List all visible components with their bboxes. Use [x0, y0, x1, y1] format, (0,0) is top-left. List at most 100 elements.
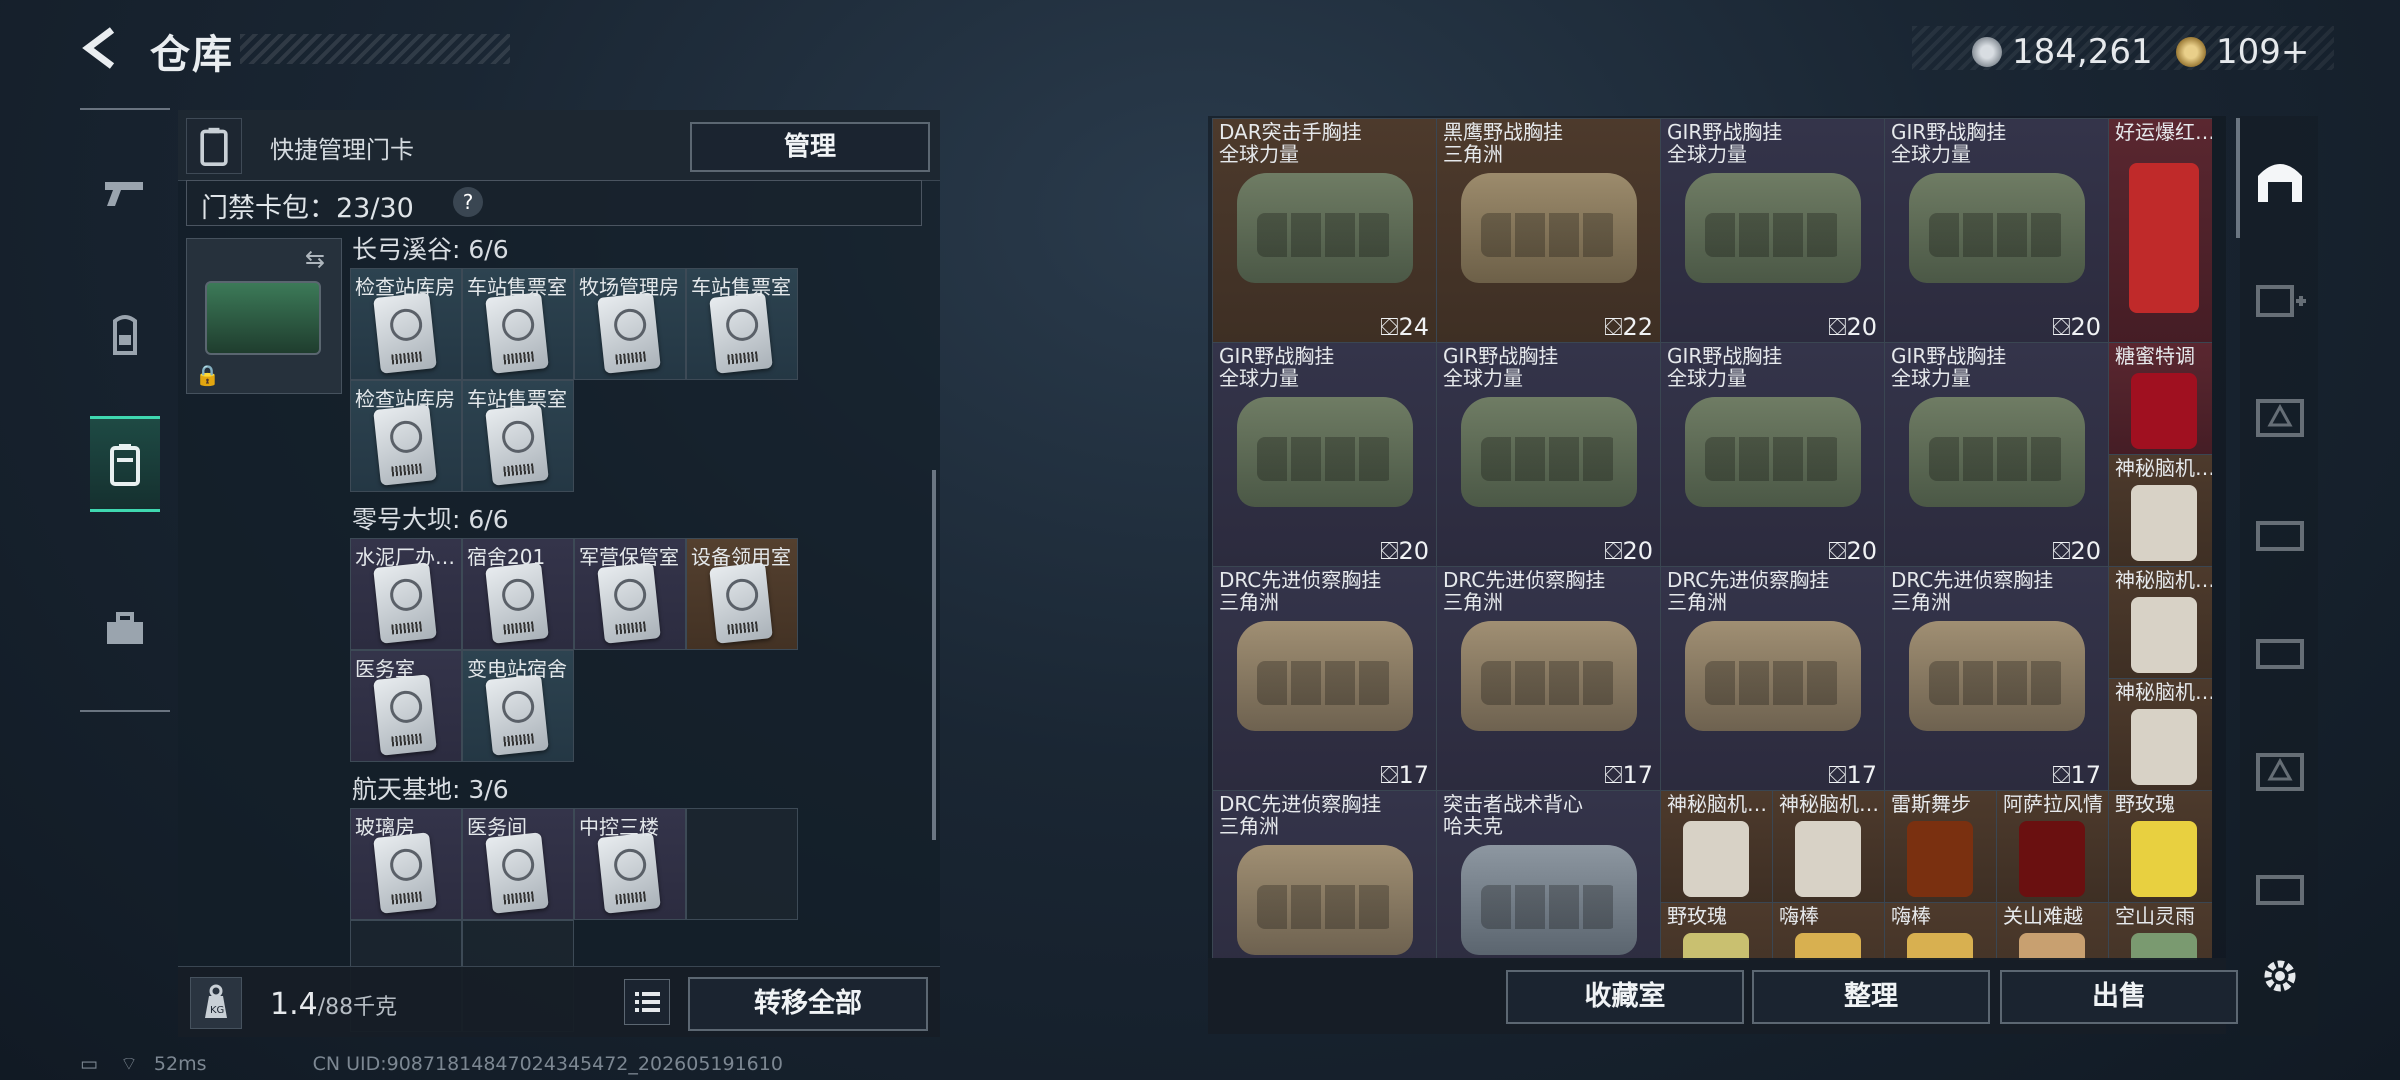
- item-image: [2131, 933, 2197, 960]
- inventory-item-large[interactable]: 黑鹰野战胸挂 三角洲 ⛋22: [1436, 118, 1662, 344]
- swap-icon[interactable]: ⇆: [305, 245, 325, 273]
- inventory-item-large[interactable]: GIR野战胸挂 全球力量 ⛋20: [1436, 342, 1662, 568]
- keycard-image: [373, 832, 437, 914]
- keycard-slot[interactable]: 设备领用室: [686, 538, 798, 650]
- keycard-name: 军营保管室: [579, 545, 679, 569]
- chest-rig-image: [1685, 397, 1861, 507]
- item-durability: ⛋20: [1828, 537, 1877, 565]
- inventory-item-small[interactable]: 野玫瑰: [2108, 790, 2212, 904]
- sell-button[interactable]: 出售: [2000, 970, 2238, 1024]
- armor-icon: ⛋: [1828, 313, 1847, 341]
- weight-readout: 1.4/88千克: [270, 987, 397, 1022]
- inventory-item-large[interactable]: GIR野战胸挂 全球力量 ⛋20: [1660, 118, 1886, 344]
- warehouse-icon: [2258, 164, 2302, 202]
- item-name: DRC先进侦察胸挂 三角洲: [1891, 568, 2054, 614]
- inventory-item-large[interactable]: GIR野战胸挂 全球力量 ⛋20: [1884, 342, 2110, 568]
- keycard-slot[interactable]: 医务间: [462, 808, 574, 920]
- inventory-item-large[interactable]: GIR野战胸挂 全球力量 ⛋20: [1660, 342, 1886, 568]
- inventory-item-large[interactable]: DRC先进侦察胸挂 三角洲 ⛋17: [1660, 566, 1886, 792]
- inventory-item-small[interactable]: 神秘脑机…: [2108, 678, 2212, 792]
- chest-rig-image: [1461, 621, 1637, 731]
- keycard-pack-thumbnail[interactable]: ⇆ 🔒: [186, 238, 342, 394]
- item-name: 黑鹰野战胸挂 三角洲: [1443, 120, 1563, 166]
- scrollbar[interactable]: [932, 470, 936, 840]
- nav-storage-2[interactable]: [2252, 386, 2308, 446]
- inventory-item-small[interactable]: 神秘脑机…: [1660, 790, 1774, 904]
- nav-storage-4[interactable]: [2252, 622, 2308, 682]
- keycard-panel-footer: KG 1.4/88千克 转移全部: [178, 966, 940, 1037]
- svg-text:KG: KG: [210, 1005, 224, 1016]
- keycard-slot[interactable]: 军营保管室: [574, 538, 686, 650]
- item-name: 突击者战术背心 哈夫克: [1443, 792, 1583, 838]
- keycard-name: 车站售票室: [691, 275, 791, 299]
- nav-toolbox[interactable]: [90, 584, 160, 674]
- item-name: 神秘脑机…: [2115, 569, 2212, 591]
- manage-button[interactable]: 管理: [690, 122, 930, 172]
- inventory-item-large[interactable]: DRC先进侦察胸挂 三角洲 ⛋17: [1436, 566, 1662, 792]
- keycard-slot[interactable]: 医务室: [350, 650, 462, 762]
- inventory-item-small[interactable]: 神秘脑机…: [2108, 566, 2212, 680]
- section-title-spacebase: 航天基地: 3/6: [352, 775, 509, 804]
- armor-icon: ⛋: [1604, 313, 1623, 341]
- item-name: 空山灵雨: [2115, 905, 2195, 927]
- inventory-item-small[interactable]: 嗨棒: [1884, 902, 1998, 960]
- sort-button[interactable]: 整理: [1752, 970, 1990, 1024]
- nav-storage-3[interactable]: [2252, 504, 2308, 564]
- back-button[interactable]: [78, 26, 122, 70]
- inventory-item-small[interactable]: 空山灵雨: [2108, 902, 2212, 960]
- nav-storage-5[interactable]: [2252, 740, 2308, 800]
- inventory-item-small[interactable]: 野玫瑰: [1660, 902, 1774, 960]
- item-durability: ⛋24: [1380, 313, 1429, 341]
- keycard-slot[interactable]: 水泥厂办…: [350, 538, 462, 650]
- inventory-item-small[interactable]: 神秘脑机…: [1772, 790, 1886, 904]
- toolbox-icon: [107, 612, 143, 644]
- armor-icon: ⛋: [1828, 761, 1847, 789]
- chest-rig-image: [1237, 621, 1413, 731]
- nav-weapon[interactable]: [90, 148, 160, 238]
- nav-storage-6[interactable]: [2252, 858, 2308, 918]
- storage-icon: [2256, 753, 2304, 791]
- item-image: [2131, 597, 2197, 673]
- inventory-item-large[interactable]: GIR野战胸挂 全球力量 ⛋20: [1212, 342, 1438, 568]
- inventory-item-small[interactable]: 关山难越: [1996, 902, 2110, 960]
- inventory-item-small[interactable]: 神秘脑机…: [2108, 454, 2212, 568]
- inventory-item-small[interactable]: 嗨棒: [1772, 902, 1886, 960]
- inventory-item-large[interactable]: DRC先进侦察胸挂 三角洲 ⛋17: [1212, 566, 1438, 792]
- keycard-panel: 快捷管理门卡 管理 门禁卡包：23/30 ? ⇆ 🔒 长弓溪谷: 6/6 检查站…: [178, 110, 940, 1037]
- keycard-slot[interactable]: 车站售票室: [686, 268, 798, 380]
- gold-amount[interactable]: 109+: [2216, 32, 2309, 72]
- keycard-slot[interactable]: 牧场管理房: [574, 268, 686, 380]
- inventory-item-large[interactable]: 突击者战术背心哈夫克⛋: [1436, 790, 1662, 960]
- back-arrow-icon: [82, 27, 115, 69]
- inventory-item-large[interactable]: GIR野战胸挂 全球力量 ⛋20: [1884, 118, 2110, 344]
- item-durability: ⛋20: [2052, 313, 2101, 341]
- keycard-slot[interactable]: 车站售票室: [462, 268, 574, 380]
- keycard-slot[interactable]: 玻璃房: [350, 808, 462, 920]
- nav-backpack[interactable]: [90, 290, 160, 380]
- nav-warehouse[interactable]: [2252, 150, 2308, 210]
- keycard-slot[interactable]: 宿舍201: [462, 538, 574, 650]
- keycard-slot[interactable]: 中控三楼: [574, 808, 686, 920]
- list-view-button[interactable]: [624, 979, 670, 1025]
- collection-room-button[interactable]: 收藏室: [1506, 970, 1744, 1024]
- inventory-item-small[interactable]: 阿萨拉风情: [1996, 790, 2110, 904]
- settings-button[interactable]: [2252, 946, 2308, 1006]
- inventory-item-small[interactable]: 雷斯舞步: [1884, 790, 1998, 904]
- keycard-image: [485, 674, 549, 756]
- keycard-slot[interactable]: 车站售票室: [462, 380, 574, 492]
- keycard-slot[interactable]: 检查站库房: [350, 380, 462, 492]
- nav-storage-1[interactable]: [2252, 268, 2308, 328]
- currency-bar: 184,261 109+: [1912, 26, 2334, 72]
- inventory-item-large[interactable]: DRC先进侦察胸挂三角洲⛋: [1212, 790, 1438, 960]
- inventory-item-large[interactable]: DAR突击手胸挂 全球力量 ⛋24: [1212, 118, 1438, 344]
- transfer-all-button[interactable]: 转移全部: [688, 977, 928, 1031]
- inventory-item-small[interactable]: 糖蜜特调: [2108, 342, 2212, 456]
- help-button[interactable]: ?: [453, 187, 483, 217]
- keycard-slot[interactable]: 变电站宿舍: [462, 650, 574, 762]
- ping: 52ms: [153, 1053, 207, 1075]
- inventory-item-small[interactable]: 好运爆红…: [2108, 118, 2212, 344]
- inventory-item-large[interactable]: DRC先进侦察胸挂 三角洲 ⛋17: [1884, 566, 2110, 792]
- item-name: DRC先进侦察胸挂 三角洲: [1443, 568, 1606, 614]
- keycard-slot[interactable]: 检查站库房: [350, 268, 462, 380]
- nav-keycard[interactable]: [90, 416, 160, 512]
